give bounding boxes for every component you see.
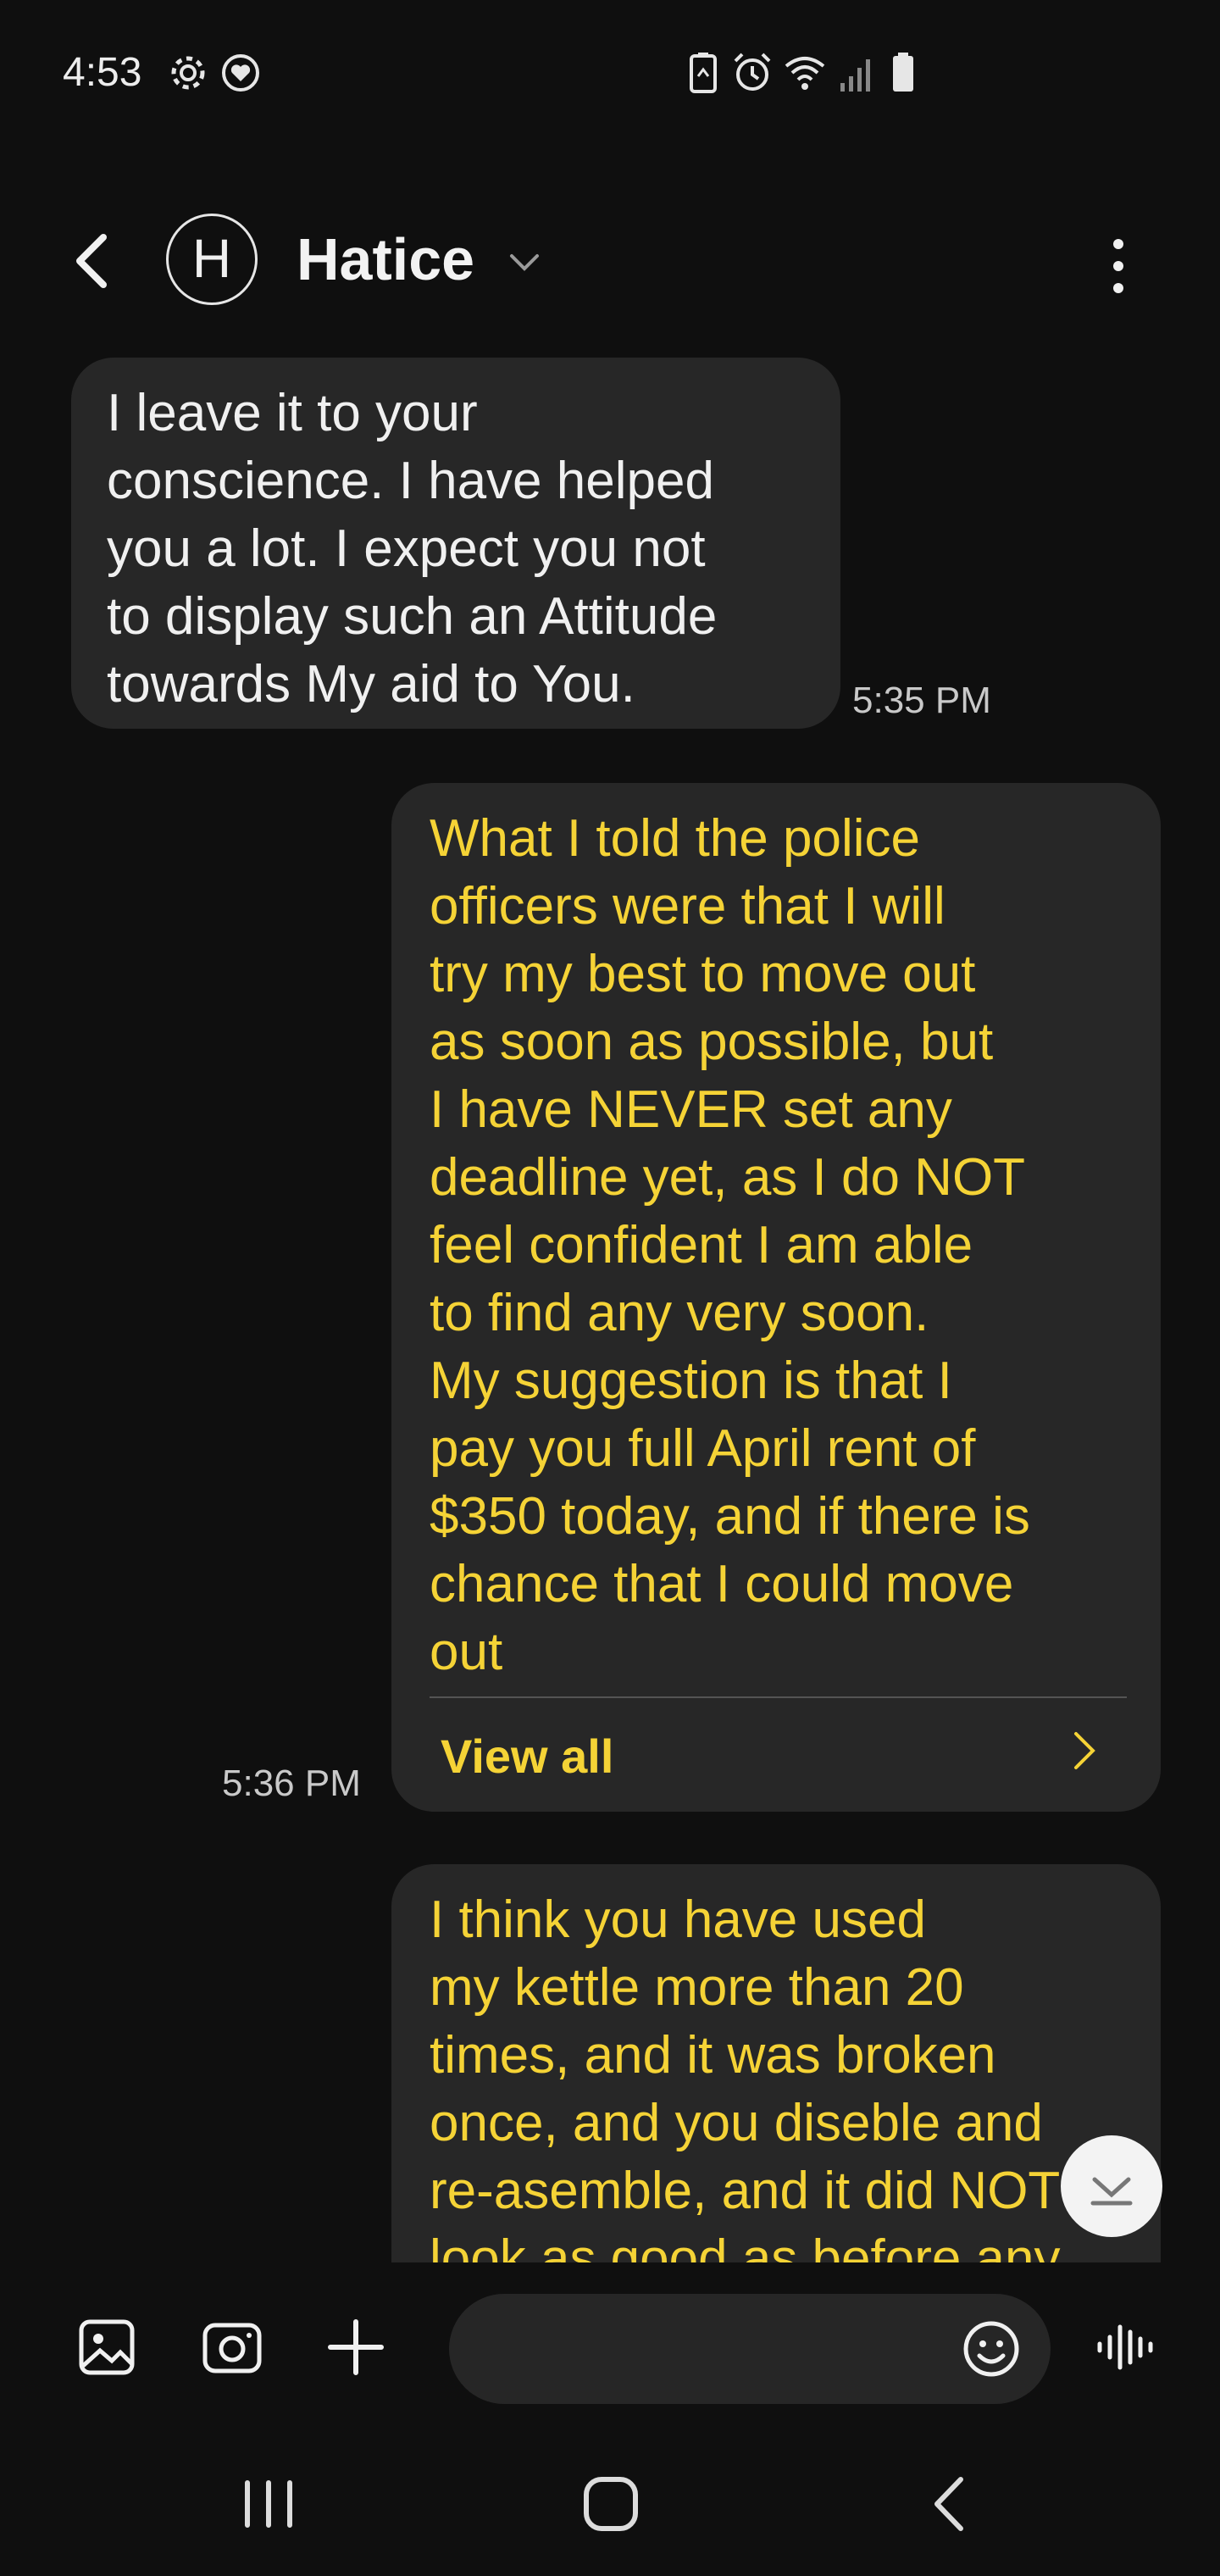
message-bubble-outgoing[interactable]: What I told the police officers were tha… (391, 783, 1161, 1812)
status-bar: 4:53 (0, 0, 1220, 144)
more-vertical-icon[interactable] (1095, 232, 1142, 300)
view-all-link[interactable]: View all (441, 1729, 613, 1784)
conversation-header: H Hatice (0, 195, 1220, 330)
avatar[interactable]: H (166, 214, 258, 305)
message-input[interactable] (483, 2294, 961, 2406)
message-timestamp: 5:35 PM (852, 680, 991, 721)
home-icon[interactable] (573, 2466, 649, 2542)
voice-waveform-icon[interactable] (1093, 2313, 1161, 2381)
battery-saver-icon (690, 53, 717, 93)
message-text: What I told the police officers were tha… (430, 809, 1030, 1681)
emoji-icon[interactable] (957, 2315, 1025, 2383)
contact-name[interactable]: Hatice (297, 225, 474, 293)
plus-icon[interactable] (322, 2313, 390, 2381)
message-composer (0, 2262, 1220, 2432)
gear-icon (171, 56, 205, 90)
message-text: I leave it to your conscience. I have he… (107, 384, 718, 713)
message-text: I think you have used my kettle more tha… (430, 1890, 1061, 2288)
divider (430, 1696, 1127, 1698)
back-icon[interactable] (912, 2466, 988, 2542)
message-input-container[interactable] (449, 2294, 1051, 2406)
recents-icon[interactable] (230, 2466, 307, 2542)
arrow-down-icon (1090, 2177, 1133, 2206)
alarm-icon (734, 53, 771, 91)
wifi-icon (785, 57, 825, 90)
camera-icon[interactable] (198, 2313, 266, 2381)
system-navigation-bar (0, 2440, 1220, 2576)
signal-icon (840, 59, 870, 92)
status-time: 4:53 (63, 50, 142, 95)
battery-icon (893, 53, 913, 92)
chevron-right-icon[interactable] (1059, 1725, 1110, 1776)
image-icon[interactable] (73, 2313, 141, 2381)
back-arrow-icon[interactable] (59, 227, 127, 295)
message-timestamp: 5:36 PM (222, 1763, 361, 1804)
heart-shield-icon (222, 54, 259, 92)
message-bubble-incoming[interactable]: I leave it to your conscience. I have he… (71, 358, 840, 729)
scroll-to-bottom-button[interactable] (1061, 2135, 1162, 2237)
chevron-down-icon[interactable] (505, 242, 544, 281)
